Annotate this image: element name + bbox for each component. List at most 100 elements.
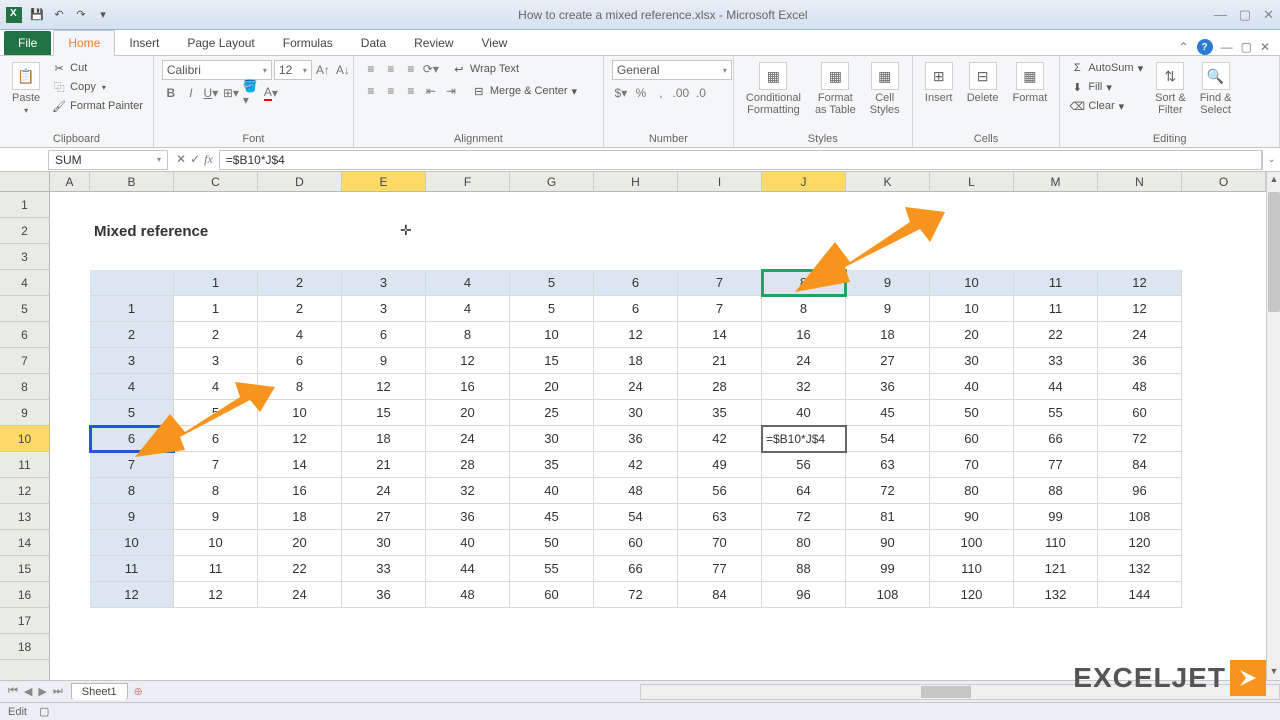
cell-J9[interactable]: 40 xyxy=(762,400,846,426)
cell-M14[interactable]: 110 xyxy=(1014,530,1098,556)
cell-G15[interactable]: 55 xyxy=(510,556,594,582)
cell-M8[interactable]: 44 xyxy=(1014,374,1098,400)
row-header-5[interactable]: 5 xyxy=(0,296,49,322)
name-box[interactable]: SUM▾ xyxy=(48,150,168,170)
cell-K6[interactable]: 18 xyxy=(846,322,930,348)
cell-D15[interactable]: 22 xyxy=(258,556,342,582)
cell-I15[interactable]: 77 xyxy=(678,556,762,582)
row-header-14[interactable]: 14 xyxy=(0,530,49,556)
cell-H6[interactable]: 12 xyxy=(594,322,678,348)
cell-G16[interactable]: 60 xyxy=(510,582,594,608)
cell-E6[interactable]: 6 xyxy=(342,322,426,348)
help-icon[interactable]: ? xyxy=(1197,39,1213,55)
row-header-9[interactable]: 9 xyxy=(0,400,49,426)
cell-G4[interactable]: 5 xyxy=(510,270,594,296)
grow-font-icon[interactable]: A↑ xyxy=(314,61,332,79)
col-header-B[interactable]: B xyxy=(90,172,174,191)
cell-M9[interactable]: 55 xyxy=(1014,400,1098,426)
col-header-I[interactable]: I xyxy=(678,172,762,191)
vertical-scrollbar[interactable]: ▲ ▼ xyxy=(1266,172,1280,682)
col-header-E[interactable]: E xyxy=(342,172,426,191)
cell-J16[interactable]: 96 xyxy=(762,582,846,608)
cell-H14[interactable]: 60 xyxy=(594,530,678,556)
clear-button[interactable]: ⌫Clear▾ xyxy=(1068,98,1145,114)
hscroll-thumb[interactable] xyxy=(921,686,971,698)
cell-G6[interactable]: 10 xyxy=(510,322,594,348)
cell-L8[interactable]: 40 xyxy=(930,374,1014,400)
fx-icon[interactable]: fx xyxy=(204,152,213,167)
cancel-formula-icon[interactable]: ✕ xyxy=(176,152,186,167)
align-right-icon[interactable]: ≡ xyxy=(402,82,420,100)
cell-K5[interactable]: 9 xyxy=(846,296,930,322)
cell-F5[interactable]: 4 xyxy=(426,296,510,322)
cell-N16[interactable]: 144 xyxy=(1098,582,1182,608)
align-left-icon[interactable]: ≡ xyxy=(362,82,380,100)
cell-N5[interactable]: 12 xyxy=(1098,296,1182,322)
cell-B5[interactable]: 1 xyxy=(90,296,174,322)
tab-view[interactable]: View xyxy=(468,31,522,55)
cell-L10[interactable]: 60 xyxy=(930,426,1014,452)
cell-I13[interactable]: 63 xyxy=(678,504,762,530)
cell-N13[interactable]: 108 xyxy=(1098,504,1182,530)
cell-G14[interactable]: 50 xyxy=(510,530,594,556)
row-header-1[interactable]: 1 xyxy=(0,192,49,218)
cell-C5[interactable]: 1 xyxy=(174,296,258,322)
cell-B7[interactable]: 3 xyxy=(90,348,174,374)
cell-B2[interactable]: Mixed reference xyxy=(90,218,390,244)
increase-decimal-icon[interactable]: .00 xyxy=(672,84,690,102)
cell-D12[interactable]: 16 xyxy=(258,478,342,504)
cell-H10[interactable]: 36 xyxy=(594,426,678,452)
cell-E15[interactable]: 33 xyxy=(342,556,426,582)
col-header-F[interactable]: F xyxy=(426,172,510,191)
cell-J11[interactable]: 56 xyxy=(762,452,846,478)
tab-page-layout[interactable]: Page Layout xyxy=(173,31,268,55)
cell-L9[interactable]: 50 xyxy=(930,400,1014,426)
cell-B12[interactable]: 8 xyxy=(90,478,174,504)
cell-G13[interactable]: 45 xyxy=(510,504,594,530)
cell-F9[interactable]: 20 xyxy=(426,400,510,426)
tab-home[interactable]: Home xyxy=(53,30,115,56)
cell-C7[interactable]: 3 xyxy=(174,348,258,374)
font-name-combo[interactable]: Calibri▾ xyxy=(162,60,272,80)
cell-L11[interactable]: 70 xyxy=(930,452,1014,478)
cell-K8[interactable]: 36 xyxy=(846,374,930,400)
row-header-13[interactable]: 13 xyxy=(0,504,49,530)
cell-G7[interactable]: 15 xyxy=(510,348,594,374)
cell-H15[interactable]: 66 xyxy=(594,556,678,582)
format-painter-button[interactable]: 🖌Format Painter xyxy=(50,98,145,114)
cell-styles-button[interactable]: ▦Cell Styles xyxy=(866,60,904,118)
ribbon-close-icon[interactable]: ✕ xyxy=(1260,40,1270,54)
row-header-8[interactable]: 8 xyxy=(0,374,49,400)
macro-record-icon[interactable]: ▢ xyxy=(39,705,49,718)
cell-H11[interactable]: 42 xyxy=(594,452,678,478)
last-sheet-icon[interactable]: ⏭ xyxy=(51,685,65,698)
cell-F8[interactable]: 16 xyxy=(426,374,510,400)
row-header-7[interactable]: 7 xyxy=(0,348,49,374)
cell-H8[interactable]: 24 xyxy=(594,374,678,400)
align-center-icon[interactable]: ≡ xyxy=(382,82,400,100)
cell-G9[interactable]: 25 xyxy=(510,400,594,426)
expand-formula-bar-icon[interactable]: ⌄ xyxy=(1262,150,1280,170)
cell-C6[interactable]: 2 xyxy=(174,322,258,348)
underline-button[interactable]: U▾ xyxy=(202,84,220,102)
cell-M7[interactable]: 33 xyxy=(1014,348,1098,374)
redo-icon[interactable]: ↷ xyxy=(72,6,90,24)
align-middle-icon[interactable]: ≡ xyxy=(382,60,400,78)
cell-J7[interactable]: 24 xyxy=(762,348,846,374)
cell-H4[interactable]: 6 xyxy=(594,270,678,296)
cut-button[interactable]: ✂Cut xyxy=(50,60,145,76)
cell-E7[interactable]: 9 xyxy=(342,348,426,374)
col-header-N[interactable]: N xyxy=(1098,172,1182,191)
col-header-D[interactable]: D xyxy=(258,172,342,191)
cell-I9[interactable]: 35 xyxy=(678,400,762,426)
cell-D6[interactable]: 4 xyxy=(258,322,342,348)
decrease-indent-icon[interactable]: ⇤ xyxy=(422,82,440,100)
number-format-combo[interactable]: General▾ xyxy=(612,60,732,80)
cell-N8[interactable]: 48 xyxy=(1098,374,1182,400)
cell-L16[interactable]: 120 xyxy=(930,582,1014,608)
paste-button[interactable]: 📋 Paste ▾ xyxy=(8,60,44,117)
cell-L6[interactable]: 20 xyxy=(930,322,1014,348)
cell-M6[interactable]: 22 xyxy=(1014,322,1098,348)
cell-N11[interactable]: 84 xyxy=(1098,452,1182,478)
cell-I5[interactable]: 7 xyxy=(678,296,762,322)
